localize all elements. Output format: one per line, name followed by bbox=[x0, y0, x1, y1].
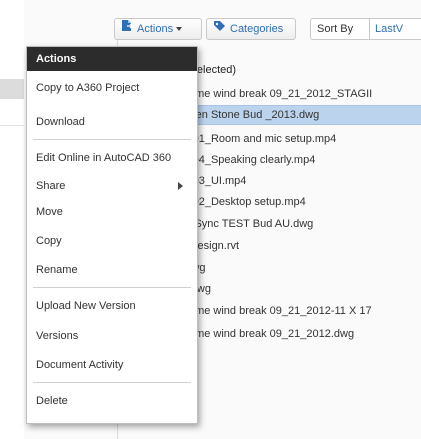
menu-item-versions[interactable]: Versions bbox=[27, 325, 197, 347]
menu-item-download[interactable]: Download bbox=[27, 111, 197, 133]
menu-item-document-activity[interactable]: Document Activity bbox=[27, 354, 197, 376]
actions-dropdown-menu: Actions Copy to A360 Project Download Ed… bbox=[26, 46, 198, 424]
menu-item-share-label: Share bbox=[36, 180, 66, 192]
sort-by-label: Sort By bbox=[317, 23, 354, 35]
menu-separator bbox=[33, 139, 191, 140]
menu-separator bbox=[33, 287, 191, 288]
chevron-right-icon bbox=[178, 182, 183, 190]
toolbar: Actions Categories Sort By LastV bbox=[0, 15, 421, 45]
left-pane-selected-band bbox=[0, 79, 24, 99]
sort-by-value[interactable]: LastV bbox=[375, 19, 403, 39]
sort-by-control[interactable]: Sort By LastV bbox=[310, 18, 421, 40]
sort-by-separator bbox=[369, 19, 370, 39]
categories-button[interactable]: Categories bbox=[206, 18, 296, 40]
left-navigation-pane bbox=[0, 0, 24, 439]
menu-item-delete[interactable]: Delete bbox=[27, 390, 197, 412]
categories-button-label: Categories bbox=[230, 23, 284, 35]
menu-item-copy-to-a360-project[interactable]: Copy to A360 Project bbox=[27, 77, 197, 99]
menu-separator bbox=[33, 382, 191, 383]
actions-button[interactable]: Actions bbox=[114, 18, 202, 40]
menu-item-upload-new-version[interactable]: Upload New Version bbox=[27, 295, 197, 317]
actions-button-label: Actions bbox=[137, 23, 174, 35]
left-pane-divider bbox=[0, 125, 24, 126]
actions-menu-title: Actions bbox=[27, 47, 197, 71]
menu-item-edit-online-autocad-360[interactable]: Edit Online in AutoCAD 360 bbox=[27, 147, 197, 169]
file-share-icon bbox=[121, 19, 133, 39]
menu-item-move[interactable]: Move bbox=[27, 201, 197, 223]
chevron-down-icon bbox=[176, 27, 183, 32]
menu-item-rename[interactable]: Rename bbox=[27, 259, 197, 281]
menu-item-share[interactable]: Share bbox=[27, 175, 197, 197]
tag-icon bbox=[213, 19, 226, 39]
menu-item-copy[interactable]: Copy bbox=[27, 230, 197, 252]
